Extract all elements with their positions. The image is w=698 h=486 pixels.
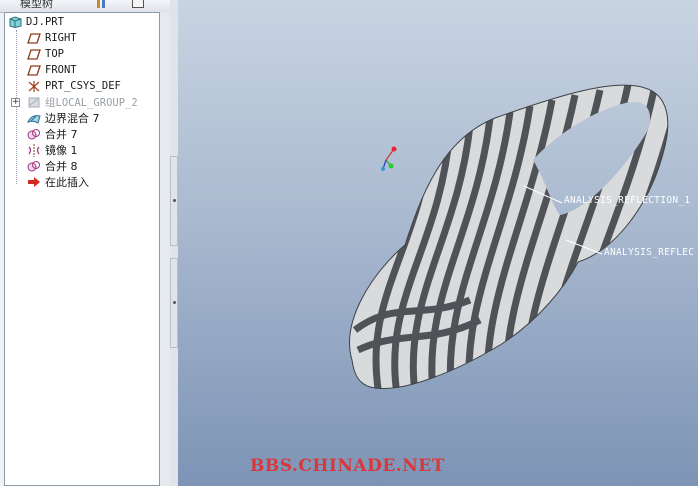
tree-guide-line xyxy=(16,30,17,184)
tree-item-part[interactable]: DJ.PRT xyxy=(8,14,64,30)
tree-item-label: 镜像 1 xyxy=(45,144,78,157)
expand-toggle[interactable]: + xyxy=(11,98,20,107)
boundary-blend-icon xyxy=(27,112,41,125)
insert-here-arrow-icon xyxy=(27,176,41,189)
zebra-shaded-model[interactable] xyxy=(178,0,698,486)
datum-plane-icon xyxy=(27,64,41,77)
analysis-annotation-2[interactable]: ANALYSIS_REFLEC xyxy=(604,247,694,258)
tree-item-front[interactable]: FRONT xyxy=(27,62,77,78)
tree-item-boundary-blend[interactable]: 边界混合 7 xyxy=(27,110,100,126)
splitter-grip-upper[interactable] xyxy=(170,156,178,246)
coordinate-triad-icon xyxy=(381,146,397,171)
tree-item-label: 组LOCAL_GROUP_2 xyxy=(45,96,138,109)
tree-item-label: 边界混合 7 xyxy=(45,112,100,125)
panel-splitter[interactable] xyxy=(160,12,170,486)
tree-item-label: DJ.PRT xyxy=(26,16,64,28)
tree-item-top[interactable]: TOP xyxy=(27,46,64,62)
merge-icon xyxy=(27,128,41,141)
tree-item-label: FRONT xyxy=(45,64,77,76)
tree-item-mirror[interactable]: 镜像 1 xyxy=(27,142,78,158)
tree-item-csys[interactable]: PRT_CSYS_DEF xyxy=(27,78,121,94)
merge-icon xyxy=(27,160,41,173)
csys-icon xyxy=(27,80,41,93)
tree-item-label: 合并 8 xyxy=(45,160,78,173)
tree-item-label: TOP xyxy=(45,48,64,60)
tree-item-label: 合并 7 xyxy=(45,128,78,141)
part-icon xyxy=(8,16,22,29)
tree-item-insert-here[interactable]: 在此插入 xyxy=(27,174,89,190)
settings-icon[interactable] xyxy=(96,0,108,8)
model-tree-title: 模型树 xyxy=(20,0,53,10)
tree-item-label: PRT_CSYS_DEF xyxy=(45,80,121,92)
tree-item-label: RIGHT xyxy=(45,32,77,44)
model-tree-panel: 模型树 + DJ.PRT RIGHT TOP FRONT PRT_CSYS_DE… xyxy=(0,0,170,486)
tree-item-merge-8[interactable]: 合并 8 xyxy=(27,158,78,174)
watermark-text: BBS.CHINADE.NET xyxy=(250,456,445,476)
graphics-viewport[interactable] xyxy=(178,0,698,486)
datum-plane-icon xyxy=(27,48,41,61)
analysis-annotation-1[interactable]: ANALYSIS_REFLECTION_1 xyxy=(564,195,690,206)
group-icon xyxy=(27,96,41,109)
tree-item-local-group[interactable]: 组LOCAL_GROUP_2 xyxy=(27,94,138,110)
mirror-icon xyxy=(27,143,41,157)
show-icon[interactable] xyxy=(132,0,144,8)
datum-plane-icon xyxy=(27,32,41,45)
tree-item-label: 在此插入 xyxy=(45,176,89,189)
splitter-grip-lower[interactable] xyxy=(170,258,178,348)
tree-item-right[interactable]: RIGHT xyxy=(27,30,77,46)
tree-item-merge-7[interactable]: 合并 7 xyxy=(27,126,78,142)
